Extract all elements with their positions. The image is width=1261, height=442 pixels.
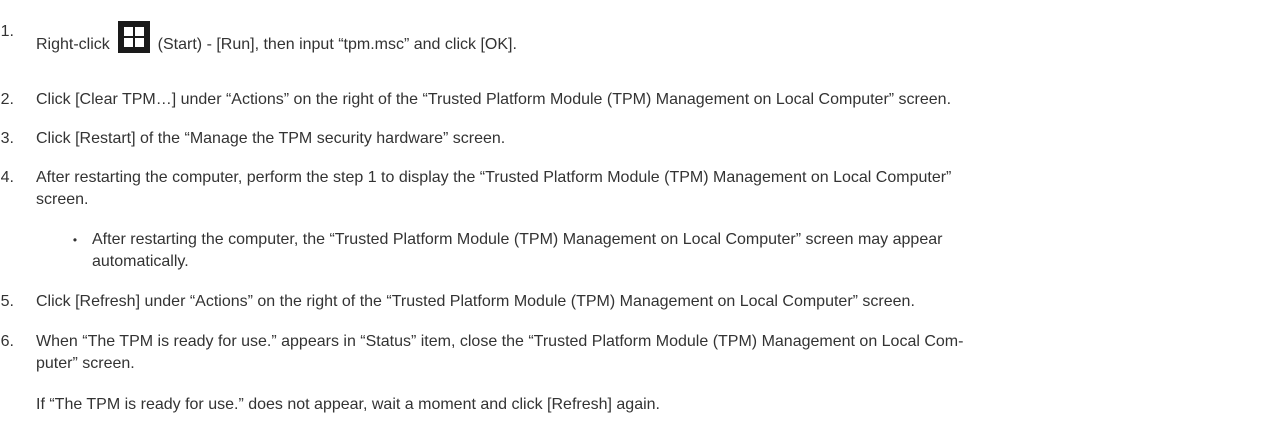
bullet-icon: • [72, 233, 78, 247]
step-6: 6. When “The TPM is ready for use.” appe… [0, 331, 1261, 375]
step-number: 4. [0, 169, 14, 186]
windows-start-icon [118, 21, 151, 53]
step-3: 3. Click [Restart] of the “Manage the TP… [0, 128, 1261, 150]
step-text: Click [Clear TPM…] under “Actions” on th… [36, 91, 952, 108]
step-number: 5. [0, 293, 14, 310]
step-text-line-2: screen. [36, 191, 89, 208]
step-number: 3. [0, 130, 14, 147]
step-number: 1. [0, 23, 14, 40]
step-text-before-icon: Right-click [36, 36, 115, 53]
step-text-line-1: After restarting the computer, perform t… [36, 169, 952, 186]
step-4-sub-bullet: • After restarting the computer, the “Tr… [0, 229, 1261, 273]
step-number: 6. [0, 333, 14, 350]
step-text: Click [Restart] of the “Manage the TPM s… [36, 130, 506, 147]
step-4: 4. After restarting the computer, perfor… [0, 167, 1261, 211]
step-number: 2. [0, 91, 14, 108]
step-text-line-1: When “The TPM is ready for use.” appears… [36, 333, 964, 350]
step-6-note: If “The TPM is ready for use.” does not … [36, 396, 660, 413]
step-1: 1. Right-click (Start) - [Run], then inp… [0, 14, 1261, 53]
sub-bullet-line-1: After restarting the computer, the “Trus… [92, 231, 943, 248]
step-text-line-2: puter” screen. [36, 355, 135, 372]
sub-bullet-line-2: automatically. [92, 253, 189, 270]
step-text-after-icon: (Start) - [Run], then input “tpm.msc” an… [153, 36, 517, 53]
step-5: 5. Click [Refresh] under “Actions” on th… [0, 291, 1261, 313]
step-text: Right-click (Start) - [Run], then input … [36, 21, 1261, 56]
step-text: Click [Refresh] under “Actions” on the r… [36, 293, 915, 310]
step-2: 2. Click [Clear TPM…] under “Actions” on… [0, 89, 1261, 111]
